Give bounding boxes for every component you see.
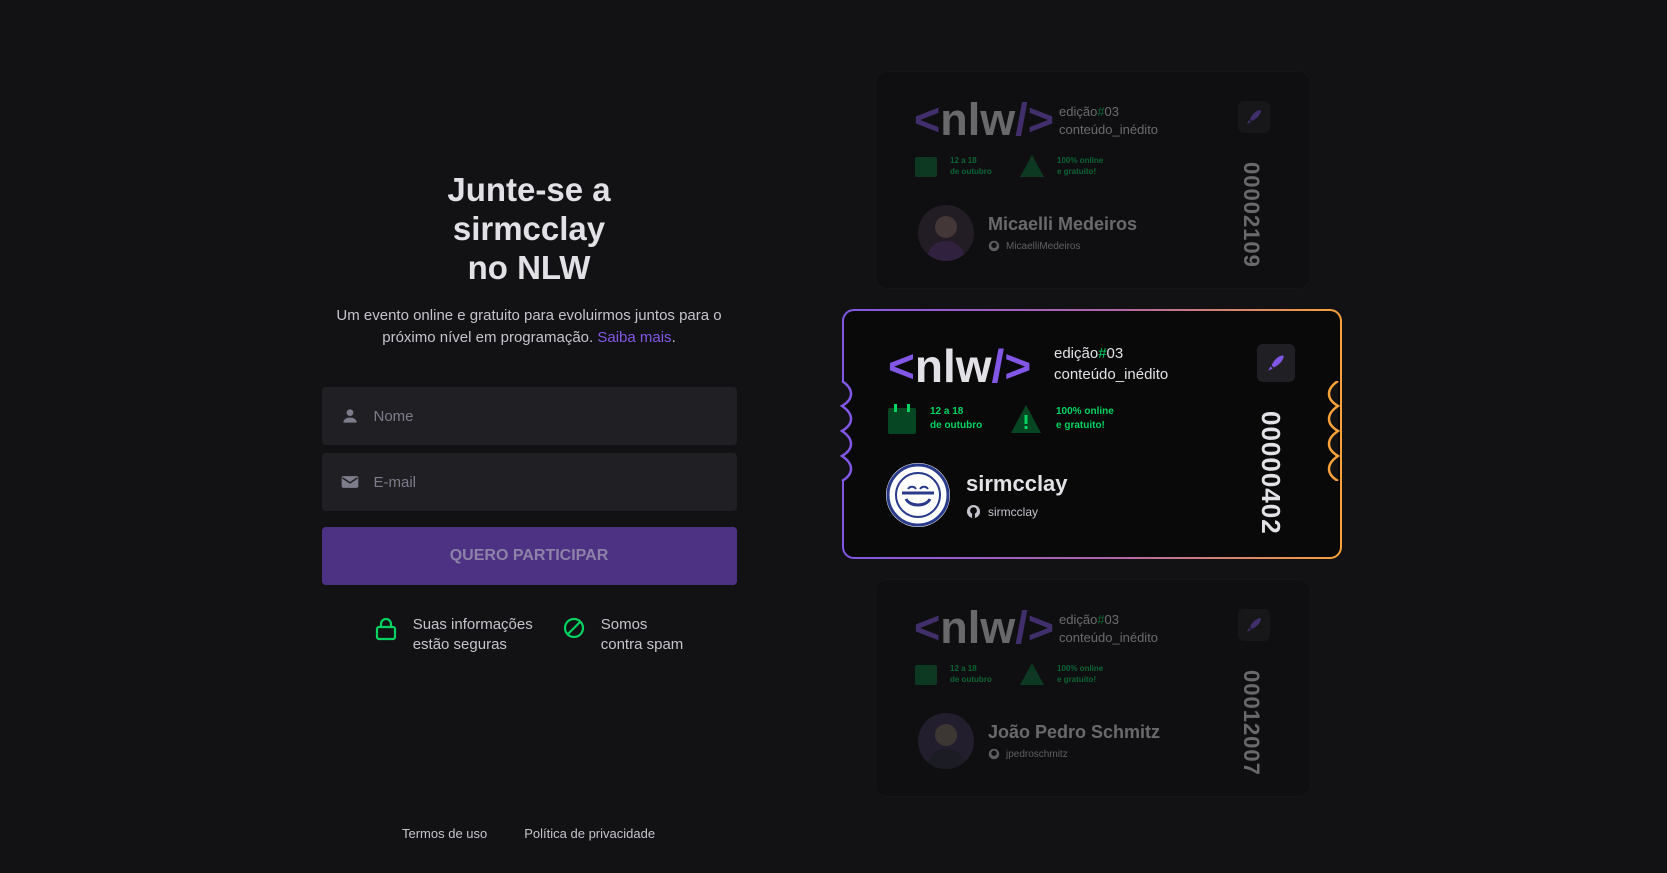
- avatar: [918, 205, 974, 261]
- user-name: Micaelli Medeiros: [988, 214, 1138, 234]
- ticket-card: < nlw/> edição#03 conteúdo_inédito 12 a 1…: [875, 579, 1311, 797]
- ticket-card: < nlw/> edição#03 conteúdo_inédito 12 a 1…: [875, 71, 1311, 289]
- github-username: sirmcclay: [988, 504, 1038, 519]
- alert-icon: [1011, 405, 1041, 433]
- online-info: 100% online e gratuito!: [1019, 662, 1103, 686]
- page-title: Junte-se a sirmcclay no NLW: [447, 171, 611, 286]
- calendar-icon: [915, 157, 937, 177]
- edition-label: edição#03 conteúdo_inédito: [1059, 612, 1159, 645]
- date-info: 12 a 18 de outubro: [914, 662, 992, 686]
- user-name: sirmcclay: [966, 471, 1068, 496]
- alert-icon: [1020, 155, 1044, 177]
- mail-icon: [341, 476, 358, 488]
- avatar: [918, 713, 974, 769]
- calendar-icon: [915, 665, 937, 685]
- learn-more-link[interactable]: Saiba mais: [597, 329, 671, 346]
- info-notes: Suas informações estão seguras Somos con…: [375, 615, 683, 655]
- date-info: 12 a 18 de outubro: [888, 404, 982, 434]
- lock-icon: [375, 617, 396, 641]
- name-field[interactable]: [321, 387, 737, 445]
- online-info: 100% online e gratuito!: [1010, 404, 1114, 434]
- online-info: 100% online e gratuito!: [1019, 154, 1103, 178]
- alert-icon: [1020, 663, 1044, 685]
- terms-link[interactable]: Termos de uso: [402, 826, 487, 841]
- rocket-icon: [1238, 609, 1270, 641]
- calendar-icon: [888, 404, 916, 434]
- ticket-user: João Pedro Schmitz jpedroschmitz: [918, 713, 1160, 769]
- edition-label: edição#03 conteúdo_inédito: [1054, 345, 1169, 383]
- rocket-icon: [1238, 101, 1270, 133]
- github-username: MicaelliMedeiros: [1006, 240, 1081, 252]
- name-input[interactable]: [373, 407, 719, 425]
- ticket-number: 00000402: [1256, 411, 1286, 535]
- secure-note: Suas informações estão seguras: [375, 615, 533, 655]
- github-icon: [988, 748, 1000, 760]
- edition-label: edição#03 conteúdo_inédito: [1059, 104, 1159, 137]
- signup-panel: Junte-se a sirmcclay no NLW Um evento on…: [320, 170, 738, 655]
- date-info: 12 a 18 de outubro: [914, 154, 992, 178]
- ticket-user: Micaelli Medeiros MicaelliMedeiros: [918, 205, 1137, 261]
- github-icon: [988, 240, 1000, 252]
- footer: Termos de uso Política de privacidade: [402, 826, 655, 841]
- email-input[interactable]: [373, 473, 719, 491]
- nlw-logo: < nlw/>: [914, 602, 1055, 653]
- page: Junte-se a sirmcclay no NLW Um evento on…: [0, 0, 1667, 873]
- page-subtitle: Um evento online e gratuito para evoluir…: [336, 307, 722, 346]
- avatar: [886, 463, 950, 527]
- nlw-logo: < nlw/>: [914, 94, 1055, 145]
- ticket-user: sirmcclay sirmcclay: [886, 463, 1068, 527]
- spam-note: Somos contra spam: [563, 615, 683, 655]
- nlw-logo: < nlw/>: [888, 340, 1032, 392]
- github-icon: [966, 504, 981, 519]
- submit-button[interactable]: QUERO PARTICIPAR: [321, 527, 737, 585]
- privacy-link[interactable]: Política de privacidade: [524, 826, 655, 841]
- ticket-card-main: < nlw/> edição#03 conteúdo_inédito 12 a 1…: [840, 309, 1342, 559]
- ticket-number: 00012007: [1239, 670, 1264, 776]
- email-field[interactable]: [321, 453, 737, 511]
- user-icon: [342, 409, 357, 423]
- rocket-icon: [1257, 344, 1295, 382]
- github-username: jpedroschmitz: [1006, 748, 1068, 760]
- ticket-number: 00002109: [1239, 162, 1264, 268]
- block-icon: [563, 617, 584, 639]
- user-name: João Pedro Schmitz: [988, 722, 1161, 742]
